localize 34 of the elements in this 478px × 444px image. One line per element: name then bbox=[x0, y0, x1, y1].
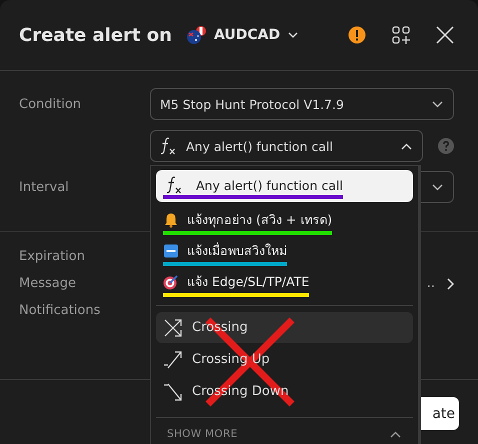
bell-icon bbox=[163, 212, 179, 228]
chevron-up-icon bbox=[390, 430, 401, 438]
symbol-dropdown[interactable]: AUDCAD bbox=[214, 27, 298, 43]
chevron-up-icon bbox=[401, 142, 412, 150]
add-widget-icon[interactable] bbox=[392, 26, 410, 44]
function-icon bbox=[166, 176, 182, 194]
dialog-title: Create alert on bbox=[19, 24, 172, 46]
menu-item[interactable]: แจ้งทุกอย่าง (สวิง + เทรด) bbox=[156, 202, 413, 233]
arrow-down-right-icon bbox=[164, 382, 182, 400]
alert-type-select[interactable]: Any alert() function call bbox=[150, 130, 423, 162]
show-more-toggle[interactable]: SHOW MORE bbox=[156, 424, 413, 440]
target-icon bbox=[163, 274, 179, 290]
menu-item[interactable]: Any alert() function call bbox=[156, 170, 413, 202]
chevron-right-icon[interactable] bbox=[447, 278, 454, 290]
chevron-down-icon bbox=[432, 100, 443, 108]
field-label: Interval bbox=[19, 180, 70, 194]
menu-item[interactable]: แจ้ง Edge/SL/TP/ATE bbox=[156, 264, 413, 295]
menu-item[interactable]: แจ้งเมื่อพบสวิงใหม่ bbox=[156, 233, 413, 264]
warning-icon[interactable] bbox=[348, 26, 366, 44]
field-label: Condition bbox=[19, 96, 82, 112]
flag-icon bbox=[186, 25, 208, 45]
chevron-down-icon bbox=[288, 32, 298, 38]
close-icon[interactable] bbox=[436, 26, 454, 44]
field-label: Message bbox=[19, 276, 77, 291]
new-badge-icon bbox=[163, 243, 179, 259]
create-button[interactable]: ate bbox=[418, 397, 459, 430]
function-icon bbox=[160, 137, 176, 155]
field-label: Notifications bbox=[19, 303, 102, 318]
arrow-up-right-icon bbox=[164, 350, 182, 368]
message-preview: .. bbox=[426, 276, 435, 291]
field-label: Expiration bbox=[19, 249, 86, 264]
crossing-icon bbox=[164, 318, 182, 336]
condition-select[interactable]: M5 Stop Hunt Protocol V1.7.9 bbox=[150, 88, 454, 120]
chevron-down-icon bbox=[432, 184, 443, 190]
